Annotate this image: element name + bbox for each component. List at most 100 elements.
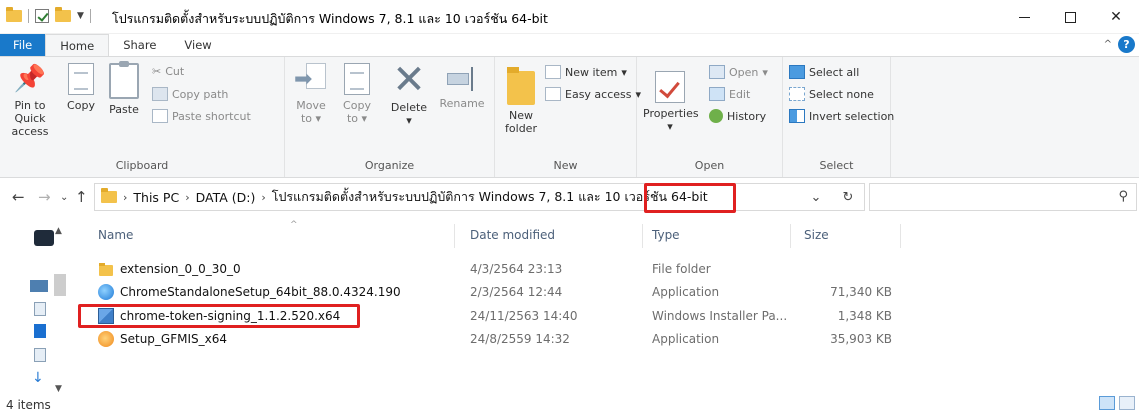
- breadcrumb-current-folder[interactable]: โปรแกรมติดตั้งสำหรับระบบปฏิบัติการ Windo…: [272, 187, 708, 207]
- invert-selection-button[interactable]: Invert selection: [789, 109, 894, 123]
- close-button[interactable]: ✕: [1093, 0, 1139, 34]
- table-row[interactable]: ChromeStandaloneSetup_64bit_88.0.4324.19…: [90, 281, 910, 302]
- tab-file[interactable]: File: [0, 34, 46, 56]
- forward-arrow-icon[interactable]: →: [38, 188, 51, 206]
- chevron-down-icon[interactable]: ▼: [77, 11, 84, 21]
- copy-to-button[interactable]: Copy to ▾: [337, 63, 377, 125]
- pictures-icon[interactable]: [34, 348, 46, 362]
- tab-share[interactable]: Share: [109, 34, 170, 56]
- maximize-icon: [1064, 11, 1076, 23]
- file-type: File folder: [652, 261, 711, 276]
- column-header-date-modified[interactable]: Date modified: [470, 228, 555, 242]
- collapse-ribbon-icon[interactable]: ^: [1104, 39, 1112, 50]
- file-name: Setup_GFMIS_x64: [120, 331, 228, 346]
- ribbon-tabs: File Home Share View ^ ?: [0, 34, 1139, 56]
- details-view-icon[interactable]: [1099, 396, 1115, 410]
- copy-button[interactable]: Copy: [62, 63, 100, 112]
- open-group-label: Open: [694, 159, 725, 172]
- paste-button[interactable]: Paste: [104, 61, 144, 116]
- new-folder-button[interactable]: New folder: [501, 63, 541, 135]
- divider: [89, 9, 91, 23]
- new-group-label: New: [553, 159, 578, 172]
- rename-button[interactable]: Rename: [435, 63, 489, 110]
- nav-pane-scrollbar[interactable]: ▲ ▼: [52, 224, 69, 394]
- cut-button[interactable]: ✂ Cut: [152, 65, 184, 78]
- scroll-down-icon[interactable]: ▼: [55, 384, 62, 394]
- properties-button[interactable]: Properties ▾: [643, 63, 699, 133]
- copy-path-button[interactable]: Copy path: [152, 87, 228, 101]
- table-row[interactable]: Setup_GFMIS_x64 24/8/2559 14:32 Applicat…: [90, 328, 910, 349]
- back-arrow-icon[interactable]: ←: [12, 188, 25, 206]
- window-title: โปรแกรมติดตั้งสำหรับระบบปฏิบัติการ Windo…: [112, 11, 548, 26]
- minimize-button[interactable]: [1001, 0, 1047, 34]
- up-arrow-icon[interactable]: ↑: [75, 188, 88, 206]
- open-button[interactable]: Open ▾: [709, 65, 768, 79]
- scroll-up-icon[interactable]: ▲: [55, 226, 62, 236]
- this-pc-icon[interactable]: [30, 280, 48, 292]
- edit-button[interactable]: Edit: [709, 87, 750, 101]
- search-box[interactable]: ⚲: [869, 183, 1137, 211]
- history-icon: [709, 109, 723, 123]
- file-date: 2/3/2564 12:44: [470, 284, 563, 299]
- maximize-button[interactable]: [1047, 0, 1093, 34]
- file-name: extension_0_0_30_0: [120, 261, 241, 276]
- cloud-drive-icon[interactable]: [34, 230, 54, 246]
- gfmis-app-icon: [98, 330, 114, 347]
- folder-icon: [101, 188, 117, 203]
- new-folder-icon[interactable]: [55, 7, 71, 22]
- table-row[interactable]: extension_0_0_30_0 4/3/2564 23:13 File f…: [90, 258, 910, 279]
- tab-home[interactable]: Home: [45, 34, 110, 56]
- file-size: 35,903 KB: [830, 331, 892, 346]
- delete-x-icon: ✕: [392, 57, 426, 103]
- column-header-name[interactable]: Name: [98, 228, 133, 242]
- file-name: chrome-token-signing_1.1.2.520.x64: [120, 308, 341, 323]
- history-button[interactable]: History: [709, 109, 766, 123]
- pin-to-quick-access-button[interactable]: 📌 Pin to Quick access: [2, 63, 58, 139]
- select-none-icon: [789, 87, 805, 101]
- move-to-button[interactable]: ➡ Move to ▾: [291, 63, 331, 125]
- column-divider[interactable]: [790, 224, 791, 248]
- column-divider[interactable]: [454, 224, 455, 248]
- desktop-icon[interactable]: [34, 302, 46, 316]
- folder-icon: [6, 7, 22, 22]
- ribbon: 📌 Pin to Quick access Copy Paste ✂ Cut Co…: [0, 56, 1139, 178]
- help-icon[interactable]: ?: [1118, 36, 1135, 53]
- easy-access-button[interactable]: Easy access ▾: [545, 87, 641, 101]
- column-header-type[interactable]: Type: [652, 228, 680, 242]
- scrollbar-thumb[interactable]: [54, 274, 66, 296]
- organize-group-label: Organize: [364, 159, 415, 172]
- paste-shortcut-button[interactable]: Paste shortcut: [152, 109, 251, 123]
- delete-button[interactable]: ✕ Delete ▾: [385, 57, 433, 127]
- tab-view[interactable]: View: [170, 34, 225, 56]
- column-header-size[interactable]: Size: [804, 228, 829, 242]
- item-count: 4 items: [6, 398, 51, 412]
- refresh-icon[interactable]: ↻: [832, 190, 864, 205]
- recent-locations-chevron-icon[interactable]: ⌄: [60, 192, 68, 203]
- breadcrumb-separator-icon[interactable]: ›: [185, 191, 189, 204]
- address-bar[interactable]: › This PC › DATA (D:) › โปรแกรมติดตั้งสำ…: [94, 183, 865, 211]
- file-date: 24/11/2563 14:40: [470, 308, 578, 323]
- select-all-icon: [789, 65, 805, 79]
- setup-app-icon: [98, 283, 114, 300]
- downloads-icon[interactable]: ↓: [32, 370, 44, 386]
- column-divider[interactable]: [642, 224, 643, 248]
- table-row[interactable]: chrome-token-signing_1.1.2.520.x64 24/11…: [90, 305, 910, 326]
- select-none-button[interactable]: Select none: [789, 87, 874, 101]
- column-divider[interactable]: [900, 224, 901, 248]
- breadcrumb-this-pc[interactable]: This PC: [133, 190, 179, 205]
- new-item-icon: [545, 65, 561, 79]
- select-all-button[interactable]: Select all: [789, 65, 859, 79]
- address-history-chevron-icon[interactable]: ⌄: [800, 190, 832, 205]
- address-row: ← → ⌄ ↑ › This PC › DATA (D:) › โปรแกรมต…: [0, 178, 1139, 216]
- properties-check-icon[interactable]: [35, 9, 49, 23]
- breadcrumb-separator-icon[interactable]: ›: [261, 191, 265, 204]
- large-icons-view-icon[interactable]: [1119, 396, 1135, 410]
- copy-to-icon: [344, 63, 370, 95]
- new-item-button[interactable]: New item ▾: [545, 65, 627, 79]
- file-date: 4/3/2564 23:13: [470, 261, 563, 276]
- breadcrumb-data-drive[interactable]: DATA (D:): [196, 190, 256, 205]
- select-group-label: Select: [819, 159, 854, 172]
- documents-icon[interactable]: [34, 324, 46, 338]
- breadcrumb-separator-icon[interactable]: ›: [123, 191, 127, 204]
- clipboard-group: 📌 Pin to Quick access Copy Paste ✂ Cut Co…: [0, 57, 285, 177]
